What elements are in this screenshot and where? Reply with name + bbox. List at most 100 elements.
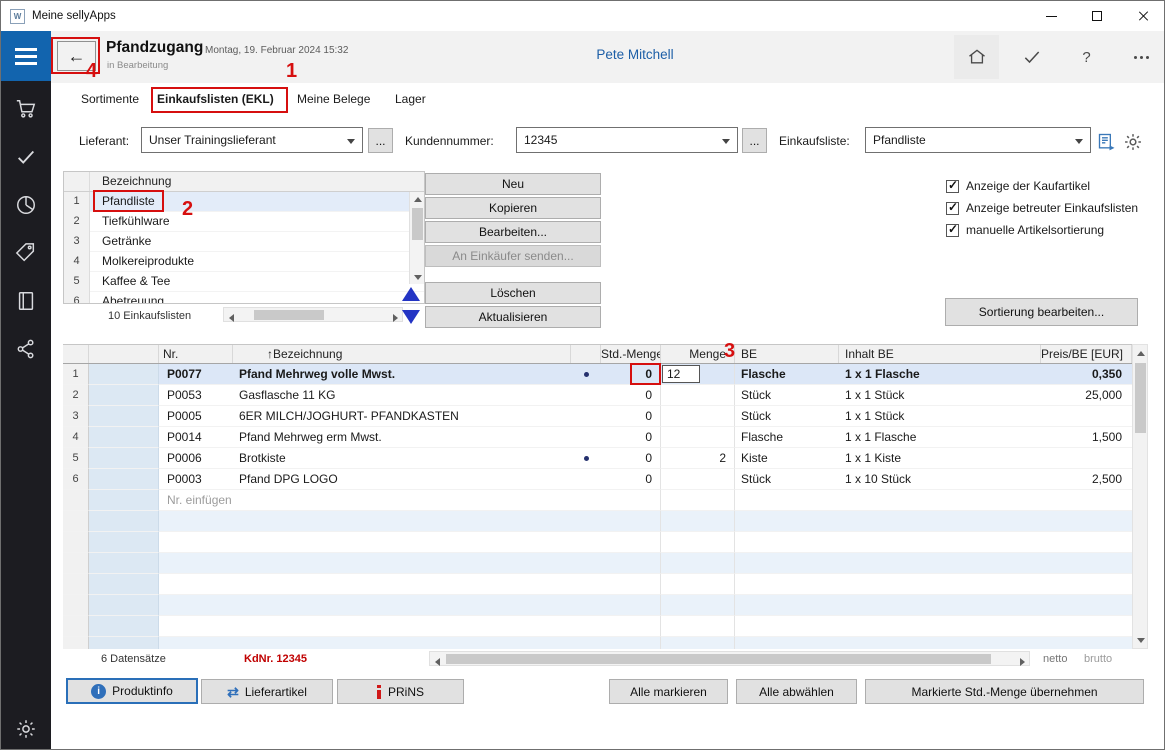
cell-menge[interactable] (661, 532, 735, 553)
list-settings-gear-icon[interactable] (1121, 130, 1145, 154)
alle-abwaehlen-button[interactable]: Alle abwählen (736, 679, 857, 704)
confirm-check-icon[interactable] (1009, 35, 1054, 79)
column-header-std-menge[interactable]: Std.-Menge (601, 345, 661, 363)
back-button[interactable] (57, 41, 96, 71)
tab-meine-belege[interactable]: Meine Belege (297, 83, 370, 116)
cell-menge[interactable] (661, 574, 735, 595)
cell-marker[interactable] (89, 637, 159, 649)
tag-icon[interactable] (14, 241, 38, 265)
move-item-up-button[interactable] (400, 283, 422, 304)
checkbox-row[interactable]: Anzeige betreuter Einkaufslisten (946, 197, 1138, 219)
cell-std-menge[interactable]: 0 (601, 364, 661, 385)
table-horizontal-scrollbar[interactable] (429, 651, 1030, 666)
scrollbar-thumb[interactable] (412, 208, 423, 240)
cell-menge[interactable] (661, 637, 735, 649)
checkbox[interactable] (946, 202, 959, 215)
cell-menge[interactable]: 2 (661, 448, 735, 469)
table-row[interactable] (63, 553, 1132, 574)
share-icon[interactable] (14, 337, 38, 361)
lieferant-more-button[interactable]: ... (368, 128, 393, 153)
check-icon[interactable] (14, 145, 38, 169)
menu-icon[interactable] (1, 31, 51, 81)
table-row[interactable] (63, 616, 1132, 637)
lieferartikel-button[interactable]: Lieferartikel (201, 679, 333, 704)
cell-marker[interactable] (89, 406, 159, 427)
table-row[interactable] (63, 532, 1132, 553)
cell-std-menge[interactable]: 0 (601, 406, 661, 427)
table-row[interactable]: 2 P0053 Gasflasche 11 KG 0 Stück 1 x 1 S… (63, 385, 1132, 406)
action-button[interactable]: Neu (425, 173, 601, 195)
table-row[interactable]: 6 P0003 Pfand DPG LOGO 0 Stück 1 x 10 St… (63, 469, 1132, 490)
table-row[interactable] (63, 637, 1132, 649)
cell-menge[interactable]: 12 (661, 364, 735, 385)
action-button[interactable]: Kopieren (425, 197, 601, 219)
scroll-down-icon[interactable] (1133, 633, 1148, 647)
cell-menge[interactable] (661, 616, 735, 637)
settings-gear-icon[interactable] (14, 717, 38, 741)
action-button[interactable]: An Einkäufer senden... (425, 245, 601, 267)
column-header-be[interactable]: BE (735, 345, 839, 363)
table-row[interactable]: 1 P0077 Pfand Mehrweg volle Mwst. 0 12 F… (63, 364, 1132, 385)
scroll-left-icon[interactable] (224, 311, 239, 325)
pie-chart-icon[interactable] (14, 193, 38, 217)
cell-std-menge[interactable] (601, 511, 661, 532)
scrollbar-thumb[interactable] (254, 310, 324, 320)
table-row[interactable] (63, 595, 1132, 616)
scroll-left-icon[interactable] (430, 655, 445, 669)
scrollbar-thumb[interactable] (1135, 363, 1146, 433)
alle-markieren-button[interactable]: Alle markieren (609, 679, 728, 704)
table-row[interactable]: 5 P0006 Brotkiste 0 2 Kiste 1 x 1 Kiste (63, 448, 1132, 469)
list-item[interactable]: 3 Getränke (64, 232, 424, 252)
cell-marker[interactable] (89, 532, 159, 553)
tab-einkaufslisten-ekl[interactable]: Einkaufslisten (EKL) (157, 83, 274, 116)
cell-std-menge[interactable]: 0 (601, 385, 661, 406)
action-button[interactable]: Bearbeiten... (425, 221, 601, 243)
cart-icon[interactable] (14, 97, 38, 121)
column-header-inhalt-be[interactable]: Inhalt BE (839, 345, 1041, 363)
list-item[interactable]: 6 Abetreuung (64, 292, 424, 304)
cell-marker[interactable] (89, 574, 159, 595)
cell-std-menge[interactable]: 0 (601, 448, 661, 469)
cell-menge[interactable] (661, 385, 735, 406)
cell-std-menge[interactable] (601, 574, 661, 595)
cell-std-menge[interactable] (601, 553, 661, 574)
scroll-up-icon[interactable] (410, 192, 425, 206)
list-horizontal-scrollbar[interactable] (223, 307, 403, 322)
close-button[interactable] (1120, 1, 1165, 31)
lieferant-dropdown[interactable]: Unser Trainingslieferant (141, 127, 363, 153)
kundennummer-dropdown[interactable]: 12345 (516, 127, 738, 153)
einkaufsliste-dropdown[interactable]: Pfandliste (865, 127, 1091, 153)
cell-menge[interactable] (661, 406, 735, 427)
cell-marker[interactable] (89, 616, 159, 637)
cell-std-menge[interactable]: 0 (601, 469, 661, 490)
action-button[interactable]: Löschen (425, 282, 601, 304)
scroll-down-icon[interactable] (410, 270, 425, 284)
table-vertical-scrollbar[interactable] (1132, 344, 1148, 649)
list-item[interactable]: 2 Tiefkühlware (64, 212, 424, 232)
cell-menge[interactable] (661, 553, 735, 574)
list-item-label[interactable]: Abetreuung (90, 292, 424, 304)
list-item[interactable]: 4 Molkereiprodukte (64, 252, 424, 272)
list-item-label[interactable]: Kaffee & Tee (90, 272, 424, 292)
cell-marker[interactable] (89, 511, 159, 532)
table-row[interactable] (63, 511, 1132, 532)
edit-sorting-button[interactable]: Sortierung bearbeiten... (945, 298, 1138, 326)
minimize-button[interactable] (1028, 1, 1074, 31)
column-header-marker[interactable] (89, 345, 159, 363)
list-item[interactable]: 5 Kaffee & Tee (64, 272, 424, 292)
std-menge-uebernehmen-button[interactable]: Markierte Std.-Menge übernehmen (865, 679, 1144, 704)
cell-marker[interactable] (89, 364, 159, 385)
more-options-icon[interactable] (1119, 35, 1164, 79)
list-item[interactable]: 1 Pfandliste (64, 192, 424, 212)
tab-lager[interactable]: Lager (395, 83, 426, 116)
table-row[interactable]: 3 P0005 6ER MILCH/JOGHURT- PFANDKASTEN 0… (63, 406, 1132, 427)
list-vertical-scrollbar[interactable] (409, 192, 424, 284)
home-icon[interactable] (954, 35, 999, 79)
list-item-label[interactable]: Tiefkühlware (90, 212, 424, 232)
cell-marker[interactable] (89, 448, 159, 469)
cell-marker[interactable] (89, 385, 159, 406)
column-header-menge[interactable]: Menge (661, 345, 735, 363)
checkbox[interactable] (946, 180, 959, 193)
tab-sortimente[interactable]: Sortimente (81, 83, 139, 116)
scroll-up-icon[interactable] (1133, 346, 1148, 360)
